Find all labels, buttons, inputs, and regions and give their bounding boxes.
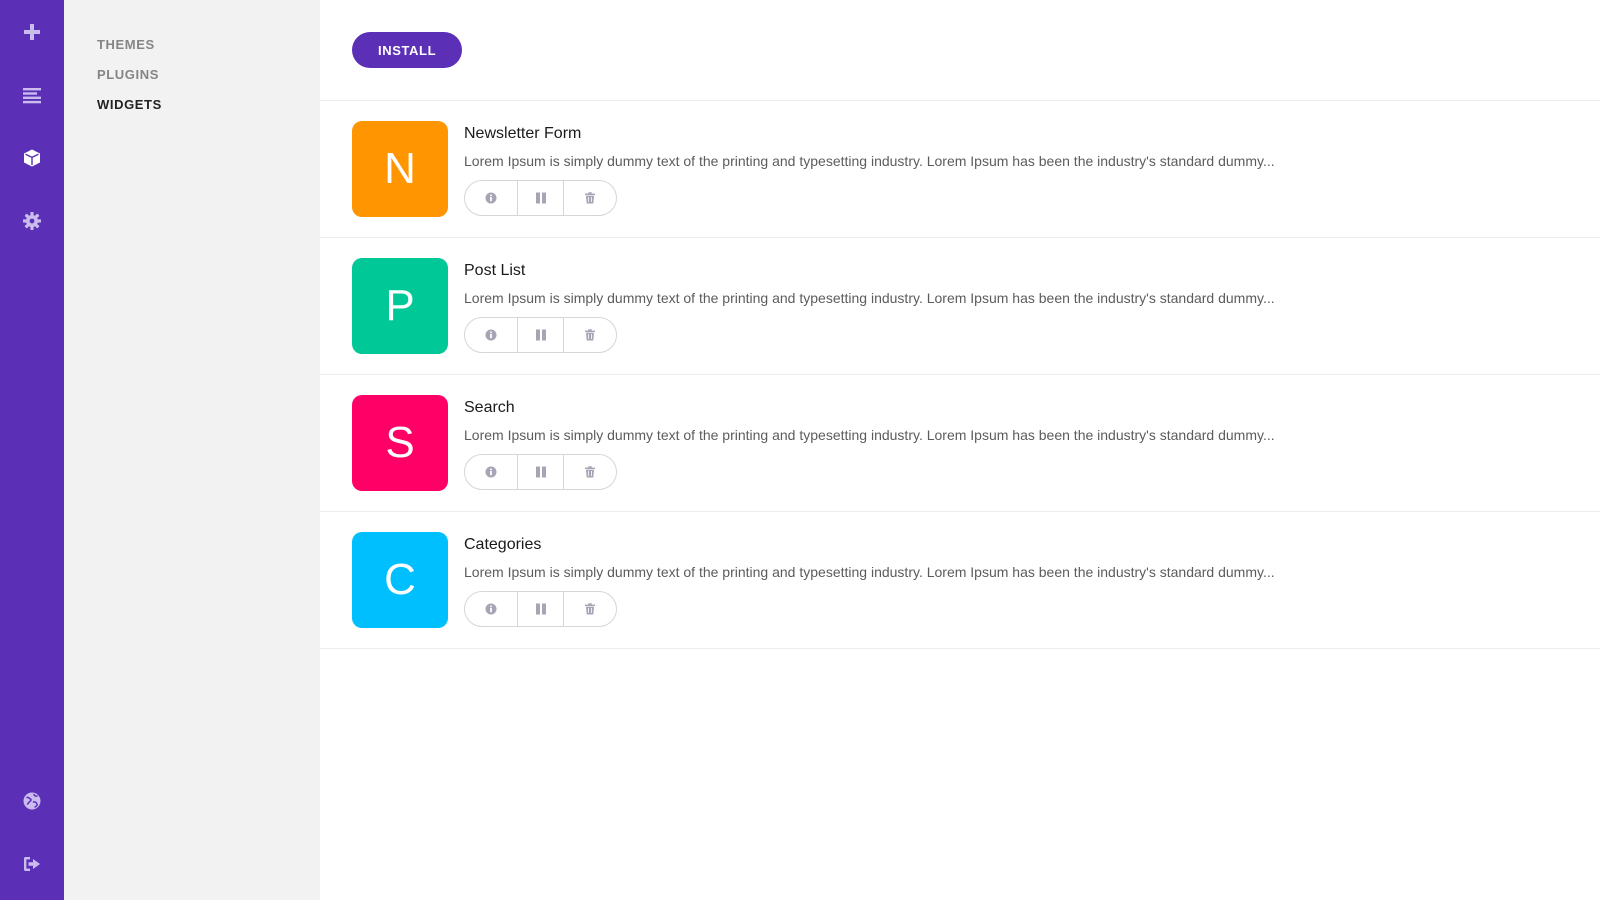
widget-avatar-tile: C (352, 532, 448, 628)
sign-out-icon (24, 857, 40, 871)
trash-icon (585, 603, 595, 615)
widget-action-group (464, 180, 617, 216)
widget-info-button[interactable] (465, 318, 518, 352)
widget-pause-button[interactable] (518, 455, 564, 489)
widget-info-button[interactable] (465, 592, 518, 626)
globe-icon (23, 792, 41, 810)
info-icon (485, 603, 497, 615)
toolbar: INSTALL (320, 0, 1600, 101)
widget-action-group (464, 454, 617, 490)
widget-title: Categories (464, 536, 542, 553)
rail-posts-button[interactable] (14, 77, 50, 113)
widget-row: N Newsletter Form Lorem Ipsum is simply … (320, 101, 1600, 238)
info-icon (485, 329, 497, 341)
widget-pause-button[interactable] (518, 592, 564, 626)
trash-icon (585, 466, 595, 478)
info-icon (485, 192, 497, 204)
rail-bottom-group (14, 783, 50, 882)
widget-row: C Categories Lorem Ipsum is simply dummy… (320, 512, 1600, 649)
trash-icon (585, 329, 595, 341)
widget-description: Lorem Ipsum is simply dummy text of the … (464, 153, 1275, 169)
widget-avatar-tile: P (352, 258, 448, 354)
widget-info-button[interactable] (465, 181, 518, 215)
rail-settings-button[interactable] (14, 203, 50, 239)
widget-description: Lorem Ipsum is simply dummy text of the … (464, 427, 1275, 443)
widget-title: Search (464, 399, 515, 416)
widget-info: Newsletter Form Lorem Ipsum is simply du… (464, 121, 1275, 237)
widget-title: Post List (464, 262, 526, 279)
rail-add-button[interactable] (14, 14, 50, 50)
pause-icon (535, 603, 546, 615)
app-root: THEMES PLUGINS WIDGETS INSTALL N Newslet… (0, 0, 1600, 900)
widget-pause-button[interactable] (518, 181, 564, 215)
rail-top-group (14, 14, 50, 239)
widget-title: Newsletter Form (464, 125, 582, 142)
widget-delete-button[interactable] (564, 318, 616, 352)
subnav-item-themes[interactable]: THEMES (97, 36, 320, 66)
icon-rail (0, 0, 64, 900)
widget-description: Lorem Ipsum is simply dummy text of the … (464, 564, 1275, 580)
plus-icon (24, 24, 40, 40)
trash-icon (585, 192, 595, 204)
rail-extensions-button[interactable] (14, 140, 50, 176)
widget-info: Post List Lorem Ipsum is simply dummy te… (464, 258, 1275, 374)
widget-action-group (464, 317, 617, 353)
widget-action-group (464, 591, 617, 627)
list-lines-icon (23, 88, 41, 104)
main-content: INSTALL N Newsletter Form Lorem Ipsum is… (320, 0, 1600, 900)
widget-delete-button[interactable] (564, 455, 616, 489)
widget-pause-button[interactable] (518, 318, 564, 352)
widget-description: Lorem Ipsum is simply dummy text of the … (464, 290, 1275, 306)
secondary-sidebar: THEMES PLUGINS WIDGETS (64, 0, 320, 900)
info-icon (485, 466, 497, 478)
widget-avatar-tile: N (352, 121, 448, 217)
widget-row: S Search Lorem Ipsum is simply dummy tex… (320, 375, 1600, 512)
cube-icon (24, 149, 40, 167)
install-button[interactable]: INSTALL (352, 32, 463, 68)
gear-icon (23, 212, 41, 230)
widget-avatar-tile: S (352, 395, 448, 491)
subnav-item-widgets[interactable]: WIDGETS (97, 96, 320, 126)
widget-info: Categories Lorem Ipsum is simply dummy t… (464, 532, 1275, 648)
widget-row: P Post List Lorem Ipsum is simply dummy … (320, 238, 1600, 375)
widget-info: Search Lorem Ipsum is simply dummy text … (464, 395, 1275, 511)
rail-website-button[interactable] (14, 783, 50, 819)
widget-delete-button[interactable] (564, 592, 616, 626)
widget-info-button[interactable] (465, 455, 518, 489)
pause-icon (535, 466, 546, 478)
widget-delete-button[interactable] (564, 181, 616, 215)
pause-icon (535, 192, 546, 204)
subnav-item-plugins[interactable]: PLUGINS (97, 66, 320, 96)
pause-icon (535, 329, 546, 341)
rail-logout-button[interactable] (14, 846, 50, 882)
